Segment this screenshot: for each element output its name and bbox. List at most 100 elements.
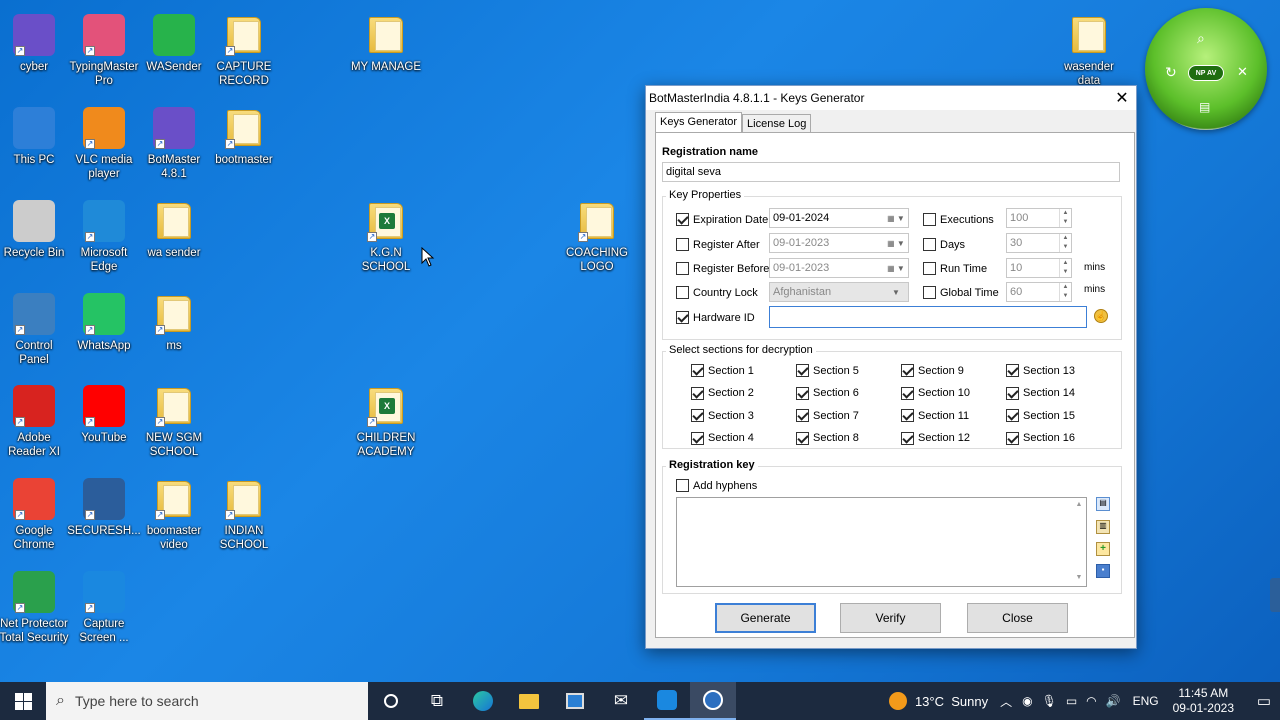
section-checkbox[interactable] <box>691 364 704 377</box>
register-before-option[interactable]: Register Before <box>676 262 769 275</box>
npav-widget[interactable]: NP AV ⌕ ↻ ✕ ▤ <box>1145 8 1267 130</box>
register-before-checkbox[interactable] <box>676 262 689 275</box>
npav-search-icon[interactable]: ⌕ <box>1197 30 1205 47</box>
global-time-checkbox[interactable] <box>923 286 936 299</box>
calendar-icon[interactable]: ▦ ▼ <box>886 261 906 275</box>
desktop-icon[interactable]: wasender data <box>1053 10 1125 88</box>
desktop-icon[interactable]: ↗ CAPTURE RECORD <box>208 10 280 88</box>
hardware-id-input[interactable] <box>769 306 1087 328</box>
section-option[interactable]: Section 7 <box>796 409 859 422</box>
volume-icon[interactable]: 🔊 <box>1106 694 1121 708</box>
section-checkbox[interactable] <box>901 386 914 400</box>
desktop-icon[interactable]: ↗ Net Protector Total Security <box>0 567 70 645</box>
spin-arrows-icon[interactable]: ▲ ▼ <box>1059 234 1071 252</box>
expiration-date-checkbox[interactable] <box>676 213 689 226</box>
section-option[interactable]: Section 13 <box>1006 364 1075 377</box>
section-option[interactable]: Section 12 <box>901 431 970 445</box>
desktop-icon[interactable]: ↗ bootmaster <box>208 103 280 167</box>
store-icon[interactable] <box>552 682 598 720</box>
desktop-icon[interactable]: ↗ INDIAN SCHOOL <box>208 474 280 552</box>
section-checkbox[interactable] <box>1006 364 1019 377</box>
window-close-icon[interactable]: ✕ <box>1108 88 1136 108</box>
hardware-id-fetch-icon[interactable]: ☝ <box>1094 309 1108 323</box>
desktop-icon[interactable]: WASender <box>138 10 210 74</box>
desktop-icon[interactable]: ↗ SECURESH... <box>67 474 141 538</box>
section-checkbox[interactable] <box>796 386 809 400</box>
days-stepper[interactable]: 30 ▲ ▼ <box>1006 233 1072 253</box>
section-option[interactable]: Section 6 <box>796 386 859 400</box>
global-time-stepper[interactable]: 60 ▲ ▼ <box>1006 282 1072 302</box>
calendar-icon[interactable]: ▦ ▼ <box>886 211 906 225</box>
desktop-icon[interactable]: ↗ YouTube <box>68 381 140 445</box>
spin-arrows-icon[interactable]: ▲ ▼ <box>1059 259 1071 277</box>
section-option[interactable]: Section 16 <box>1006 431 1075 445</box>
npav-refresh-icon[interactable]: ↻ <box>1165 64 1177 81</box>
chevron-down-icon[interactable]: ▼ <box>886 285 906 299</box>
executions-checkbox[interactable] <box>923 213 936 226</box>
add-hyphens-checkbox[interactable] <box>676 479 689 492</box>
section-checkbox[interactable] <box>1006 386 1019 400</box>
executions-option[interactable]: Executions <box>923 213 994 226</box>
section-checkbox[interactable] <box>1006 409 1019 422</box>
section-checkbox[interactable] <box>796 364 809 377</box>
global-time-option[interactable]: Global Time <box>923 286 999 299</box>
language-indicator[interactable]: ENG <box>1133 694 1159 708</box>
generate-button[interactable]: Generate <box>715 603 816 633</box>
days-checkbox[interactable] <box>923 238 936 251</box>
days-option[interactable]: Days <box>923 238 965 251</box>
taskbar-search-box[interactable]: ⌕ Type here to search <box>46 682 368 720</box>
expiration-date-picker[interactable]: 09-01-2024 ▦ ▼ <box>769 208 909 228</box>
desktop-icon[interactable]: ↗ NEW SGM SCHOOL <box>138 381 210 459</box>
mail-icon[interactable]: ✉ <box>598 682 644 720</box>
npav-tools-icon[interactable]: ✕ <box>1237 64 1248 80</box>
registration-key-textarea[interactable]: ▲ ▼ <box>676 497 1087 587</box>
executions-stepper[interactable]: 100 ▲ ▼ <box>1006 208 1072 228</box>
battery-icon[interactable]: ▭ <box>1066 694 1077 708</box>
run-time-checkbox[interactable] <box>923 262 936 275</box>
desktop-icon[interactable]: ↗ Microsoft Edge <box>68 196 140 274</box>
file-explorer-icon[interactable] <box>506 682 552 720</box>
section-option[interactable]: Section 9 <box>901 364 964 377</box>
capture-taskbar-icon[interactable] <box>644 682 690 720</box>
run-time-option[interactable]: Run Time <box>923 262 987 275</box>
wifi-icon[interactable]: ◠ <box>1086 694 1096 708</box>
section-checkbox[interactable] <box>691 431 704 445</box>
section-checkbox[interactable] <box>691 409 704 422</box>
desktop-icon[interactable]: ↗ boomaster video <box>138 474 210 552</box>
desktop-icon[interactable]: wa sender <box>138 196 210 260</box>
section-option[interactable]: Section 11 <box>901 409 969 422</box>
clock[interactable]: 11:45 AM 09-01-2023 <box>1173 686 1234 716</box>
calendar-icon[interactable]: ▦ ▼ <box>886 236 906 250</box>
weather-text[interactable]: 13°C Sunny <box>915 694 988 709</box>
meet-now-icon[interactable]: ◉ <box>1022 694 1032 708</box>
section-checkbox[interactable] <box>901 431 914 445</box>
registration-name-input[interactable]: digital seva <box>662 162 1120 182</box>
spin-arrows-icon[interactable]: ▲ ▼ <box>1059 283 1071 301</box>
country-lock-checkbox[interactable] <box>676 286 689 299</box>
desktop-icon[interactable]: ↗ cyber <box>0 10 70 74</box>
desktop-icon[interactable]: Recycle Bin <box>0 196 70 260</box>
desktop-icon[interactable]: ↗ TypingMaster Pro <box>68 10 140 88</box>
hardware-id-checkbox[interactable] <box>676 311 689 324</box>
section-checkbox[interactable] <box>796 431 809 445</box>
country-lock-option[interactable]: Country Lock <box>676 286 758 299</box>
desktop-icon[interactable]: ↗ BotMaster 4.8.1 <box>138 103 210 181</box>
edge-handle[interactable] <box>1270 578 1280 612</box>
tab-keys-generator[interactable]: Keys Generator <box>655 112 743 133</box>
add-hyphens-option[interactable]: Add hyphens <box>676 479 757 492</box>
desktop-icon[interactable]: ↗ WhatsApp <box>68 289 140 353</box>
section-option[interactable]: Section 8 <box>796 431 859 445</box>
save-icon[interactable]: ▪ <box>1096 564 1110 578</box>
section-option[interactable]: Section 3 <box>691 409 754 422</box>
desktop-icon[interactable]: X ↗ CHILDREN ACADEMY <box>350 381 422 459</box>
verify-button[interactable]: Verify <box>840 603 941 633</box>
section-option[interactable]: Section 15 <box>1006 409 1075 422</box>
register-after-picker[interactable]: 09-01-2023 ▦ ▼ <box>769 233 909 253</box>
section-checkbox[interactable] <box>901 409 914 422</box>
section-option[interactable]: Section 10 <box>901 386 970 400</box>
section-option[interactable]: Section 1 <box>691 364 754 377</box>
microphone-icon[interactable]: 🎙 <box>1042 694 1057 708</box>
hardware-id-option[interactable]: Hardware ID <box>676 311 755 324</box>
npav-report-icon[interactable]: ▤ <box>1199 100 1210 114</box>
section-option[interactable]: Section 2 <box>691 386 754 400</box>
